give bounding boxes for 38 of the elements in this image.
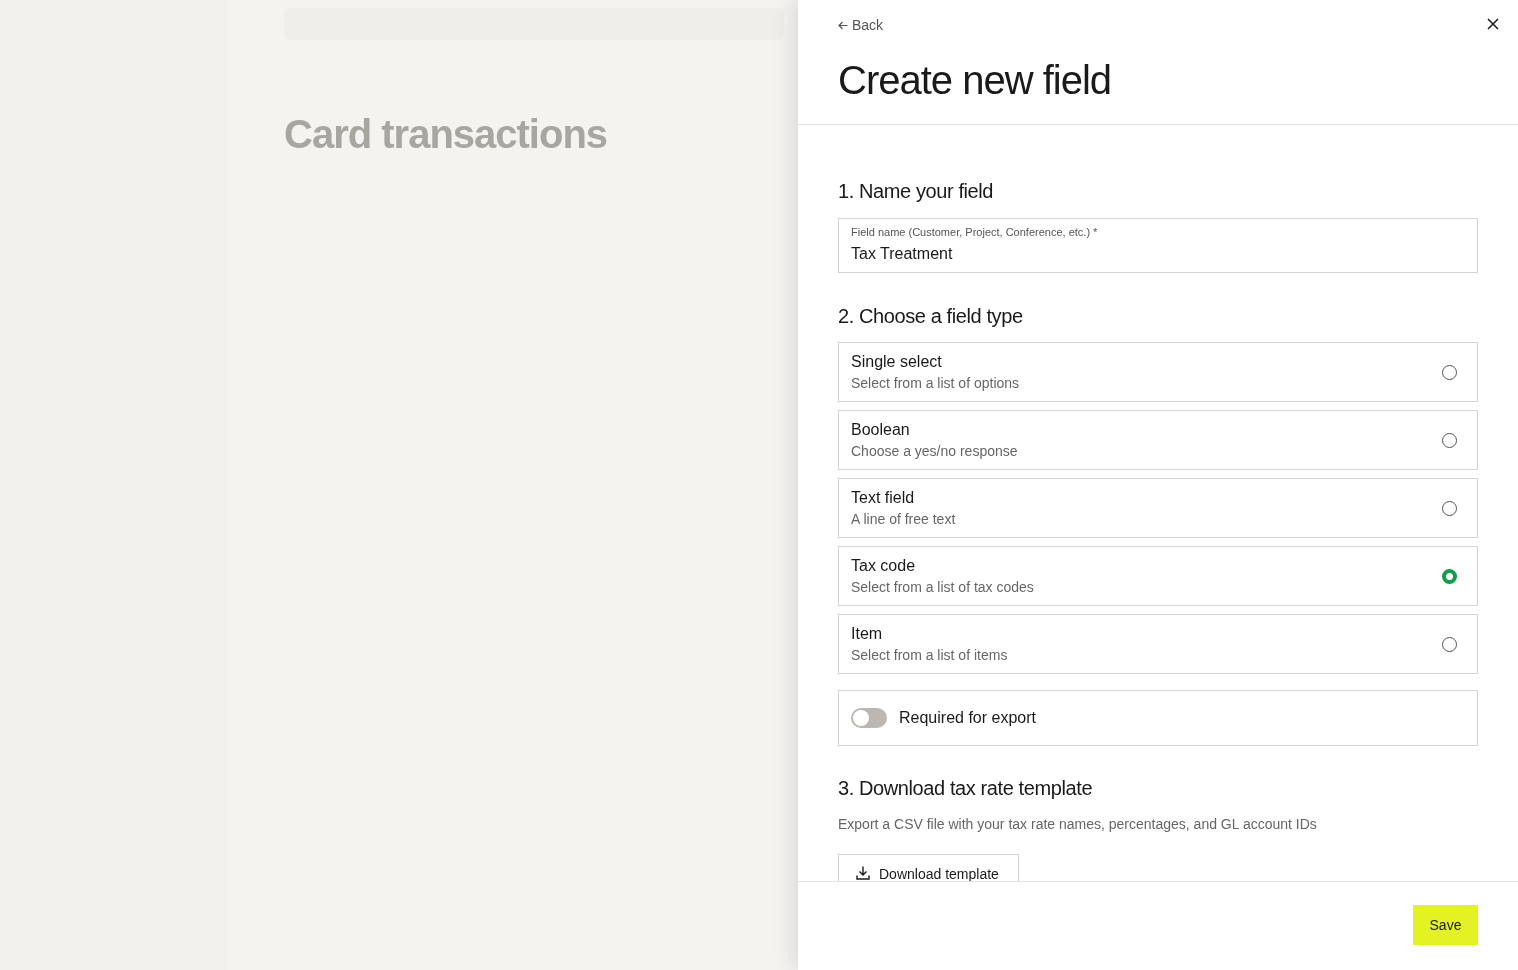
close-icon bbox=[1487, 18, 1499, 30]
option-description: Select from a list of options bbox=[851, 374, 1020, 392]
field-type-option[interactable]: Boolean Choose a yes/no response bbox=[838, 410, 1478, 470]
field-type-option[interactable]: Item Select from a list of items bbox=[838, 614, 1478, 674]
option-title: Boolean bbox=[851, 420, 911, 440]
close-button[interactable] bbox=[1485, 16, 1501, 32]
radio-button[interactable] bbox=[1442, 500, 1457, 516]
download-template-button[interactable]: Download template bbox=[838, 854, 1019, 881]
option-description: A line of free text bbox=[851, 510, 956, 528]
option-description: Select from a list of items bbox=[851, 646, 1008, 664]
field-value: Tax Treatment bbox=[851, 244, 954, 264]
option-description: Select from a list of tax codes bbox=[851, 578, 1034, 596]
section-heading: 3. Download tax rate template bbox=[838, 776, 1094, 801]
section-heading: 1. Name your field bbox=[838, 179, 995, 204]
save-button[interactable]: Save bbox=[1413, 905, 1478, 945]
section-description: Export a CSV file with your tax rate names, percentages, and GL account IDs bbox=[838, 815, 1318, 834]
field-name-input[interactable]: Field name (Customer, Project, Conference, etc.) * Tax Treatment bbox=[838, 218, 1478, 273]
download-icon bbox=[855, 865, 871, 881]
radio-button[interactable] bbox=[1442, 568, 1457, 584]
page-title: Card transactions bbox=[284, 111, 608, 158]
arrow-left-icon bbox=[838, 20, 848, 30]
section-heading: 2. Choose a field type bbox=[838, 304, 1024, 329]
option-title: Item bbox=[851, 624, 884, 644]
back-link[interactable]: Back bbox=[838, 16, 884, 34]
toggle-label: Required for export bbox=[899, 708, 1036, 728]
option-description: Choose a yes/no response bbox=[851, 442, 1018, 460]
field-label: Field name (Customer, Project, Conference, etc.) * bbox=[851, 225, 1099, 239]
radio-button[interactable] bbox=[1442, 364, 1457, 380]
toggle-switch[interactable] bbox=[851, 708, 887, 728]
field-type-option[interactable]: Single select Select from a list of options bbox=[838, 342, 1478, 402]
radio-button[interactable] bbox=[1442, 432, 1457, 448]
field-type-option[interactable]: Text field A line of free text bbox=[838, 478, 1478, 538]
option-title: Text field bbox=[851, 488, 916, 508]
option-title: Tax code bbox=[851, 556, 917, 576]
option-title: Single select bbox=[851, 352, 943, 372]
drawer-title: Create new field bbox=[838, 57, 1113, 104]
radio-button[interactable] bbox=[1442, 636, 1457, 652]
field-type-option[interactable]: Tax code Select from a list of tax codes bbox=[838, 546, 1478, 606]
